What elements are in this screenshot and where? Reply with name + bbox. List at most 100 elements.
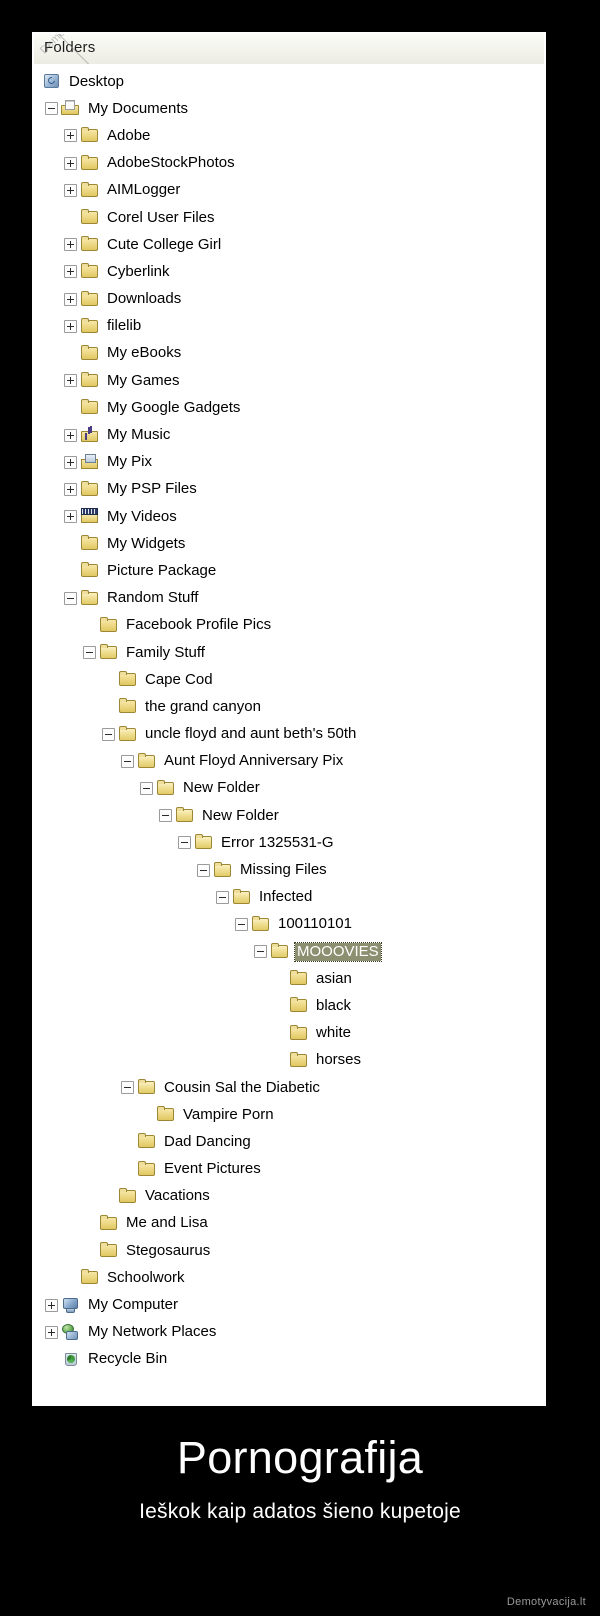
expand-icon[interactable] <box>64 183 77 197</box>
collapse-icon[interactable] <box>178 836 191 850</box>
tree-item[interactable]: Missing Files <box>34 856 544 883</box>
tree-item[interactable]: Stegosaurus <box>34 1237 544 1264</box>
tree-item[interactable]: uncle floyd and aunt beth's 50th <box>34 721 544 748</box>
tree-item[interactable]: Recycle Bin <box>34 1346 544 1373</box>
collapse-icon[interactable] <box>197 863 210 877</box>
tree-item-label: asian <box>316 969 352 987</box>
tree-item[interactable]: 100110101 <box>34 911 544 938</box>
tree-item-label: Random Stuff <box>107 589 199 607</box>
collapse-icon[interactable] <box>83 646 96 660</box>
tree-item-label: AIMLogger <box>107 181 181 199</box>
collapse-icon[interactable] <box>102 727 115 741</box>
tree-item[interactable]: My Music <box>34 421 544 448</box>
expand-icon[interactable] <box>64 265 77 279</box>
tree-item-label: AdobeStockPhotos <box>107 154 235 172</box>
tree-item[interactable]: Schoolwork <box>34 1264 544 1291</box>
collapse-icon[interactable] <box>121 754 134 768</box>
tree-item[interactable]: AIMLogger <box>34 177 544 204</box>
folder-icon <box>80 290 100 308</box>
tree-item[interactable]: Aunt Floyd Anniversary Pix <box>34 748 544 775</box>
tree-item[interactable]: Error 1325531-G <box>34 829 544 856</box>
tree-item[interactable]: Cute College Girl <box>34 231 544 258</box>
tree-item[interactable]: Me and Lisa <box>34 1210 544 1237</box>
expand-icon[interactable] <box>64 319 77 333</box>
tree-item[interactable]: My eBooks <box>34 340 544 367</box>
expand-icon[interactable] <box>64 428 77 442</box>
collapse-icon[interactable] <box>235 917 248 931</box>
tree-item[interactable]: Event Pictures <box>34 1156 544 1183</box>
collapse-icon[interactable] <box>216 890 229 904</box>
expand-icon[interactable] <box>64 292 77 306</box>
tree-item[interactable]: asian <box>34 965 544 992</box>
collapse-icon[interactable] <box>121 1081 134 1095</box>
documents-icon <box>61 100 81 117</box>
tree-item[interactable]: Vacations <box>34 1183 544 1210</box>
folder-open-icon <box>137 752 157 770</box>
tree-item[interactable]: AdobeStockPhotos <box>34 150 544 177</box>
expand-icon[interactable] <box>64 455 77 469</box>
tree-item[interactable]: MOOOVIES <box>34 938 544 965</box>
folder-icon <box>80 209 100 226</box>
tree-item[interactable]: My Network Places <box>34 1319 544 1346</box>
expand-icon[interactable] <box>45 1325 58 1339</box>
expand-icon[interactable] <box>64 238 77 252</box>
expand-icon[interactable] <box>64 482 77 496</box>
tree-item[interactable]: My Widgets <box>34 530 544 557</box>
tree-item[interactable]: Desktop <box>34 68 544 95</box>
expand-icon[interactable] <box>64 510 77 524</box>
folder-open-icon <box>137 1079 157 1096</box>
tree-item-label: Facebook Profile Pics <box>126 616 272 634</box>
tree-item[interactable]: Vampire Porn <box>34 1101 544 1128</box>
tree-item-label: Recycle Bin <box>88 1350 168 1368</box>
tree-item-label: Downloads <box>107 290 182 308</box>
tree-item[interactable]: Adobe <box>34 122 544 149</box>
tree-item[interactable]: Cape Cod <box>34 666 544 693</box>
folder-icon <box>289 997 309 1014</box>
tree-item[interactable]: black <box>34 992 544 1019</box>
tree-item[interactable]: Cyberlink <box>34 258 544 285</box>
tree-item-label: Corel User Files <box>107 208 215 226</box>
tree-item[interactable]: My Videos <box>34 503 544 530</box>
tree-item[interactable]: Cousin Sal the Diabetic <box>34 1074 544 1101</box>
tree-item[interactable]: filelib <box>34 313 544 340</box>
expand-icon[interactable] <box>45 1298 58 1312</box>
tree-item-label: Desktop <box>69 72 125 90</box>
expand-icon[interactable] <box>64 156 77 170</box>
collapse-icon[interactable] <box>45 102 58 116</box>
tree-item-label: My eBooks <box>107 344 182 362</box>
folder-icon <box>99 1214 119 1232</box>
folder-icon <box>118 698 138 715</box>
collapse-icon[interactable] <box>159 809 172 823</box>
tree-item[interactable]: My PSP Files <box>34 476 544 503</box>
tree-item-label: New Folder <box>202 806 279 824</box>
tree-item[interactable]: the grand canyon <box>34 693 544 720</box>
tree-item[interactable]: My Google Gadgets <box>34 394 544 421</box>
tree-item[interactable]: New Folder <box>34 802 544 829</box>
collapse-icon[interactable] <box>254 945 267 959</box>
tree-item[interactable]: Picture Package <box>34 557 544 584</box>
collapse-icon[interactable] <box>140 781 153 795</box>
tree-item[interactable]: Family Stuff <box>34 639 544 666</box>
tree-item[interactable]: white <box>34 1020 544 1047</box>
folder-icon <box>80 399 100 416</box>
tree-item[interactable]: horses <box>34 1047 544 1074</box>
folders-panel-header: Folders <box>34 34 544 65</box>
collapse-icon[interactable] <box>64 591 77 605</box>
tree-item[interactable]: My Documents <box>34 95 544 122</box>
tree-item[interactable]: Facebook Profile Pics <box>34 612 544 639</box>
tree-item[interactable]: My Games <box>34 367 544 394</box>
tree-item-label: the grand canyon <box>145 697 261 715</box>
tree-item[interactable]: New Folder <box>34 775 544 802</box>
expand-icon[interactable] <box>64 374 77 388</box>
tree-item[interactable]: Random Stuff <box>34 585 544 612</box>
tree-item[interactable]: My Pix <box>34 449 544 476</box>
tree-item[interactable]: My Computer <box>34 1291 544 1318</box>
tree-item[interactable]: Dad Dancing <box>34 1128 544 1155</box>
tree-item[interactable]: Corel User Files <box>34 204 544 231</box>
tree-item[interactable]: Downloads <box>34 286 544 313</box>
folder-tree[interactable]: Desktop My Documents Adobe AdobeStockPhotos… <box>34 64 544 1404</box>
expand-icon[interactable] <box>64 129 77 143</box>
recycle-bin-icon <box>61 1351 81 1368</box>
folder-icon <box>80 317 100 335</box>
tree-item[interactable]: Infected <box>34 884 544 911</box>
